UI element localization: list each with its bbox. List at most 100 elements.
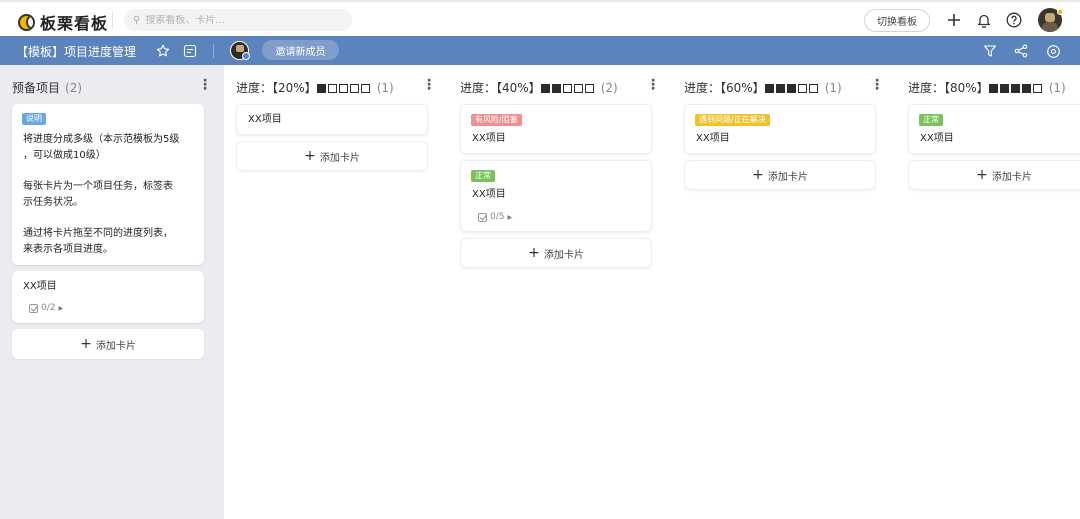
bell-icon[interactable] (974, 10, 994, 30)
more-options-icon[interactable]: ⋮ (198, 77, 212, 93)
plus-icon: + (80, 336, 92, 352)
column-title[interactable]: 进度：【20%】 (1) (236, 79, 394, 96)
plus-icon[interactable] (944, 10, 964, 30)
card-title: XX项目 (920, 133, 954, 144)
progress-square-filled (775, 84, 785, 93)
more-options-icon[interactable]: ⋮ (870, 77, 884, 93)
star-icon[interactable] (154, 42, 172, 60)
progress-square-empty (327, 84, 337, 93)
filter-icon[interactable] (981, 42, 999, 60)
app-logo[interactable]: 板栗看板 (18, 10, 108, 34)
progress-square-filled (540, 84, 550, 93)
progress-square-empty (562, 84, 572, 93)
list-column-80: 进度：【80%】 (1) 正常 XX项目 + 添加卡片 (896, 65, 1080, 519)
add-card-label: 添加卡片 (543, 249, 584, 261)
checklist-icon (478, 212, 487, 222)
plus-icon: + (752, 167, 764, 183)
card-title: XX项目 (696, 133, 730, 144)
checklist-progress: 0/5 ▶ (478, 212, 512, 222)
board-info-icon[interactable] (181, 42, 199, 60)
add-card-button[interactable]: + 添加卡片 (460, 238, 652, 268)
progress-square-empty (360, 84, 370, 93)
divider (112, 11, 113, 29)
card-label: 遇到问题/正在解决 (695, 114, 770, 126)
add-card-button[interactable]: + 添加卡片 (12, 329, 204, 359)
card-title: XX项目 (248, 114, 282, 125)
column-title[interactable]: 进度：【60%】 (1) (684, 79, 842, 96)
progress-square-filled (999, 84, 1009, 93)
card-label: 说明 (22, 113, 46, 125)
progress-square-empty (584, 84, 594, 93)
divider (213, 44, 214, 58)
card-project[interactable]: 正常 XX项目 0/5 ▶ (460, 160, 652, 232)
progress-square-empty (338, 84, 348, 93)
app-name: 板栗看板 (40, 14, 109, 33)
add-card-button[interactable]: + 添加卡片 (908, 160, 1080, 190)
card-text-line: 将进度分成多级（本示范模板为5级 (23, 134, 180, 145)
caret-right-icon: ▶ (58, 304, 64, 312)
card-title: XX项目 (472, 189, 506, 200)
checklist-icon (29, 303, 38, 313)
more-options-icon[interactable]: ⋮ (646, 77, 660, 93)
plus-icon: + (528, 245, 540, 261)
plus-icon: + (976, 167, 988, 183)
progress-square-empty (797, 84, 807, 93)
card-label: 正常 (919, 114, 943, 126)
card-text-line: 来表示各项目进度。 (23, 244, 113, 255)
column-count: (2) (600, 81, 618, 95)
progress-square-filled (316, 84, 326, 93)
top-nav: 板栗看板 ⚲ 切换看板 (0, 0, 1080, 36)
search-box[interactable]: ⚲ (124, 9, 352, 31)
card-project[interactable]: XX项目 0/2 ▶ (12, 271, 204, 323)
help-icon[interactable] (1004, 10, 1024, 30)
admin-badge-icon (242, 52, 250, 60)
add-card-button[interactable]: + 添加卡片 (236, 141, 428, 171)
card-description[interactable]: 说明 将进度分成多级（本示范模板为5级 ，可以做成10级） 每张卡片为一个项目任… (12, 104, 204, 265)
add-card-label: 添加卡片 (767, 171, 808, 183)
card-label: 有风险/阻塞 (471, 114, 522, 126)
chestnut-logo-icon (18, 13, 35, 31)
progress-square-empty (1032, 84, 1042, 93)
progress-square-filled (786, 84, 796, 93)
add-card-label: 添加卡片 (991, 171, 1032, 183)
column-count: (1) (1048, 81, 1066, 95)
progress-square-empty (573, 84, 583, 93)
switch-board-button[interactable]: 切换看板 (864, 9, 930, 32)
card-text-line: 示任务状况。 (23, 197, 83, 208)
list-column-40: 进度：【40%】 (2) ⋮ 有风险/阻塞 XX项目 正常 XX项目 0/5 ▶ … (448, 65, 672, 519)
checklist-progress: 0/2 ▶ (29, 303, 63, 313)
board-header: 【模板】项目进度管理 邀请新成员 (0, 36, 1080, 65)
plus-icon: + (304, 148, 316, 164)
add-card-label: 添加卡片 (95, 340, 136, 352)
board-title[interactable]: 【模板】项目进度管理 (16, 43, 136, 60)
invite-member-button[interactable]: 邀请新成员 (262, 40, 339, 60)
progress-square-filled (1021, 84, 1031, 93)
progress-square-empty (349, 84, 359, 93)
more-options-icon[interactable]: ⋮ (422, 77, 436, 93)
card-project[interactable]: 遇到问题/正在解决 XX项目 (684, 104, 876, 154)
search-input[interactable] (145, 14, 336, 26)
card-project[interactable]: XX项目 (236, 104, 428, 135)
share-icon[interactable] (1012, 42, 1030, 60)
column-count: (1) (824, 81, 842, 95)
card-title: XX项目 (23, 281, 57, 292)
card-label: 正常 (471, 170, 495, 182)
card-text-line: 通过将卡片拖至不同的进度列表， (23, 228, 173, 239)
caret-right-icon: ▶ (507, 213, 513, 221)
progress-square-filled (764, 84, 774, 93)
card-title: XX项目 (472, 133, 506, 144)
card-project[interactable]: 正常 XX项目 (908, 104, 1080, 154)
card-project[interactable]: 有风险/阻塞 XX项目 (460, 104, 652, 154)
column-title[interactable]: 预备项目 (2) (12, 79, 82, 96)
column-count: (2) (65, 81, 83, 95)
column-count: (1) (376, 81, 394, 95)
column-title[interactable]: 进度：【80%】 (1) (908, 79, 1066, 96)
card-text-line: ，可以做成10级） (23, 150, 106, 161)
progress-square-filled (1010, 84, 1020, 93)
list-column-prep: 预备项目 (2) ⋮ 说明 将进度分成多级（本示范模板为5级 ，可以做成10级） … (0, 65, 224, 519)
add-card-button[interactable]: + 添加卡片 (684, 160, 876, 190)
settings-icon[interactable] (1044, 42, 1062, 60)
list-column-20: 进度：【20%】 (1) ⋮ XX项目 + 添加卡片 (224, 65, 448, 519)
card-text-line: 每张卡片为一个项目任务，标签表 (23, 181, 173, 192)
column-title[interactable]: 进度：【40%】 (2) (460, 79, 618, 96)
